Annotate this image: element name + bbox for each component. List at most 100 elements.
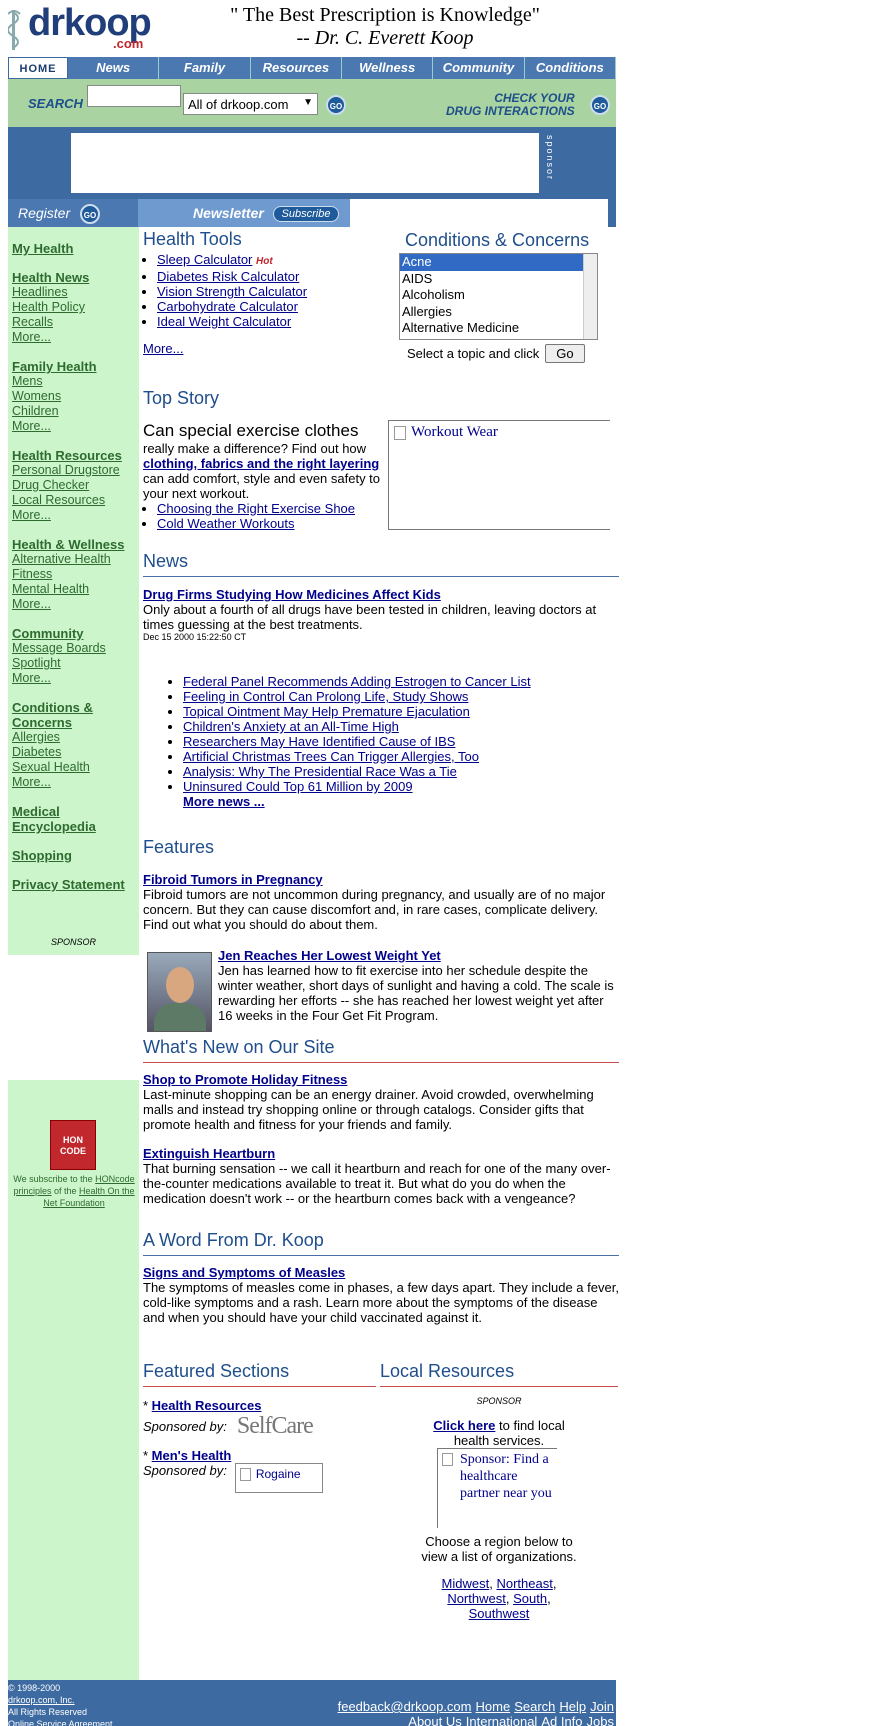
sidebar-item-health-policy[interactable]: Health Policy: [12, 300, 135, 315]
footer-help-link[interactable]: Help: [559, 1699, 586, 1714]
selfcare-logo[interactable]: SelfCare: [237, 1413, 314, 1440]
news-item-link[interactable]: Artificial Christmas Trees Can Trigger A…: [183, 749, 479, 764]
health-tools-more-link[interactable]: More...: [143, 341, 373, 356]
sidebar-item-womens[interactable]: Womens: [12, 389, 135, 404]
news-item-link[interactable]: Uninsured Could Top 61 Million by 2009: [183, 779, 413, 794]
exercise-shoe-link[interactable]: Choosing the Right Exercise Shoe: [157, 501, 355, 516]
register-label[interactable]: Register: [18, 205, 70, 221]
search-go-button[interactable]: GO: [326, 95, 346, 115]
healthcare-partner-ad[interactable]: Sponsor: Find a healthcare partner near …: [437, 1448, 557, 1528]
footer-adinfo-link[interactable]: Ad Info: [541, 1714, 582, 1726]
footer-join-link[interactable]: Join: [590, 1699, 614, 1714]
health-resources-link[interactable]: Health Resources: [152, 1398, 262, 1413]
sidebar-item-shopping[interactable]: Shopping: [12, 848, 135, 863]
news-item-link[interactable]: Federal Panel Recommends Adding Estrogen…: [183, 674, 531, 689]
sidebar-item-children[interactable]: Children: [12, 404, 135, 419]
sidebar-item-local-resources[interactable]: Local Resources: [12, 493, 135, 508]
footer-company-link[interactable]: drkoop.com, Inc.: [8, 1694, 113, 1706]
feature-2-headline[interactable]: Jen Reaches Her Lowest Weight Yet: [218, 948, 618, 963]
news-item-link[interactable]: Children's Anxiety at an All-Time High: [183, 719, 399, 734]
workout-wear-image[interactable]: Workout Wear: [388, 420, 610, 530]
cold-weather-link[interactable]: Cold Weather Workouts: [157, 516, 295, 531]
tab-news[interactable]: News: [68, 57, 160, 79]
koop-word-headline[interactable]: Signs and Symptoms of Measles: [143, 1265, 619, 1280]
tab-conditions[interactable]: Conditions: [524, 57, 616, 79]
news-item-link[interactable]: Feeling in Control Can Prolong Life, Stu…: [183, 689, 468, 704]
sidebar-item-drug-checker[interactable]: Drug Checker: [12, 478, 135, 493]
vision-calculator-link[interactable]: Vision Strength Calculator: [157, 284, 307, 299]
sidebar-item-more[interactable]: More...: [12, 508, 135, 523]
hon-code-badge[interactable]: HON CODE: [50, 1120, 96, 1170]
sidebar-item-health-news[interactable]: Health News: [12, 270, 135, 285]
drug-interactions-link[interactable]: CHECK YOUR DRUG INTERACTIONS: [446, 92, 575, 118]
footer-feedback-link[interactable]: feedback@drkoop.com: [338, 1699, 472, 1714]
footer-about-link[interactable]: About Us: [408, 1714, 461, 1726]
footer-agreement-link[interactable]: Online Service Agreement: [8, 1718, 113, 1726]
news-item-link[interactable]: Analysis: Why The Presidential Race Was …: [183, 764, 457, 779]
sidebar-item-health-wellness[interactable]: Health & Wellness: [12, 537, 135, 552]
sidebar-item-privacy-statement[interactable]: Privacy Statement: [12, 877, 135, 892]
region-southwest-link[interactable]: Southwest: [469, 1606, 530, 1621]
sidebar-item-community[interactable]: Community: [12, 626, 135, 641]
sidebar-item-family-health[interactable]: Family Health: [12, 359, 135, 374]
sidebar-item-spotlight[interactable]: Spotlight: [12, 656, 135, 671]
sidebar-item-more[interactable]: More...: [12, 419, 135, 434]
search-scope-select[interactable]: All of drkoop.com ▼: [183, 93, 318, 115]
tab-resources[interactable]: Resources: [250, 57, 342, 79]
footer-jobs-link[interactable]: Jobs: [587, 1714, 614, 1726]
tab-community[interactable]: Community: [433, 57, 525, 79]
sidebar-item-more[interactable]: More...: [12, 330, 135, 345]
condition-option[interactable]: Alcoholism: [400, 287, 597, 304]
footer-international-link[interactable]: International: [466, 1714, 538, 1726]
drkoop-logo[interactable]: drkoop .com: [8, 2, 168, 54]
tab-wellness[interactable]: Wellness: [341, 57, 434, 79]
sidebar-item-message-boards[interactable]: Message Boards: [12, 641, 135, 656]
region-south-link[interactable]: South: [513, 1591, 547, 1606]
listbox-scrollbar[interactable]: [583, 254, 597, 339]
sidebar-item-fitness[interactable]: Fitness: [12, 567, 135, 582]
sidebar-item-recalls[interactable]: Recalls: [12, 315, 135, 330]
sidebar-item-more[interactable]: More...: [12, 775, 135, 790]
mens-health-link[interactable]: Men's Health: [152, 1448, 232, 1463]
sidebar-item-more[interactable]: More...: [12, 671, 135, 686]
condition-option[interactable]: Allergies: [400, 304, 597, 321]
condition-option[interactable]: Alternative Medicine: [400, 320, 597, 337]
tab-home[interactable]: HOME: [8, 57, 68, 79]
conditions-go-button[interactable]: Go: [545, 344, 585, 363]
top-story-link[interactable]: clothing, fabrics and the right layering: [143, 456, 379, 471]
region-northwest-link[interactable]: Northwest: [447, 1591, 506, 1606]
sidebar-item-my-health[interactable]: My Health: [12, 241, 135, 256]
sidebar-item-conditions-concerns[interactable]: Conditions & Concerns: [12, 700, 102, 730]
more-news-link[interactable]: More news ...: [183, 794, 619, 809]
region-northeast-link[interactable]: Northeast: [496, 1576, 552, 1591]
sidebar-item-mental-health[interactable]: Mental Health: [12, 582, 135, 597]
news-lead-headline[interactable]: Drug Firms Studying How Medicines Affect…: [143, 587, 619, 602]
sidebar-item-more[interactable]: More...: [12, 597, 135, 612]
sidebar-item-headlines[interactable]: Headlines: [12, 285, 135, 300]
footer-home-link[interactable]: Home: [476, 1699, 511, 1714]
whats-new-2-headline[interactable]: Extinguish Heartburn: [143, 1146, 619, 1161]
sidebar-item-alternative-health[interactable]: Alternative Health: [12, 552, 135, 567]
diabetes-calculator-link[interactable]: Diabetes Risk Calculator: [157, 269, 299, 284]
click-here-link[interactable]: Click here: [433, 1418, 495, 1433]
sidebar-item-diabetes[interactable]: Diabetes: [12, 745, 135, 760]
sleep-calculator-link[interactable]: Sleep Calculator: [157, 252, 252, 267]
rogaine-ad[interactable]: Rogaine: [234, 1463, 323, 1493]
whats-new-1-headline[interactable]: Shop to Promote Holiday Fitness: [143, 1072, 619, 1087]
sidebar-item-allergies[interactable]: Allergies: [12, 730, 135, 745]
footer-search-link[interactable]: Search: [514, 1699, 555, 1714]
drug-go-button[interactable]: GO: [590, 95, 610, 115]
sidebar-item-medical-encyclopedia[interactable]: Medical Encyclopedia: [12, 804, 107, 834]
carb-calculator-link[interactable]: Carbohydrate Calculator: [157, 299, 298, 314]
feature-1-headline[interactable]: Fibroid Tumors in Pregnancy: [143, 872, 619, 887]
region-midwest-link[interactable]: Midwest: [442, 1576, 490, 1591]
register-go-button[interactable]: GO: [80, 204, 100, 224]
conditions-listbox[interactable]: Acne AIDS Alcoholism Allergies Alternati…: [399, 253, 598, 340]
subscribe-button[interactable]: Subscribe: [273, 206, 339, 222]
search-input[interactable]: [87, 85, 181, 107]
sidebar-item-sexual-health[interactable]: Sexual Health: [12, 760, 135, 775]
sidebar-item-mens[interactable]: Mens: [12, 374, 135, 389]
news-item-link[interactable]: Researchers May Have Identified Cause of…: [183, 734, 455, 749]
sidebar-item-health-resources[interactable]: Health Resources: [12, 448, 135, 463]
tab-family[interactable]: Family: [159, 57, 251, 79]
